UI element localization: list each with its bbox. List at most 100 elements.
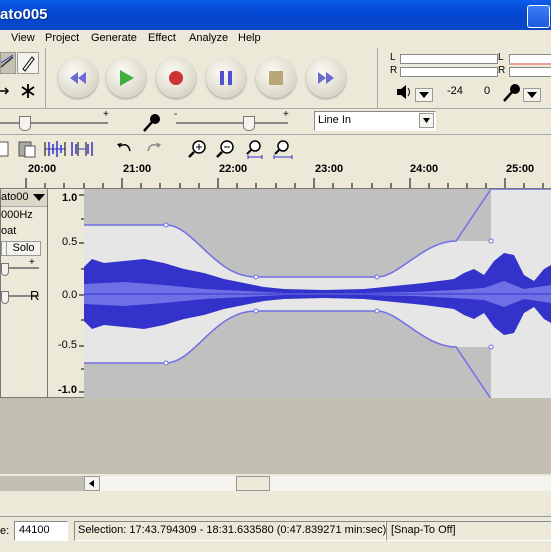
skip-start-icon (70, 72, 86, 84)
horizontal-scrollbar[interactable] (0, 474, 551, 492)
dropdown-arrow-icon (527, 92, 537, 98)
output-volume-track (0, 122, 108, 124)
menu-generate[interactable]: Generate (91, 32, 137, 44)
minimize-button[interactable] (527, 5, 550, 28)
project-rate-field[interactable]: 44100 (14, 521, 68, 541)
gain-slider[interactable] (1, 263, 9, 276)
track-menu-arrow-icon (33, 194, 45, 201)
project-rate-label: e: (0, 525, 10, 537)
selection-text: Selection: 17:43.794309 - 18:31.633580 (… (78, 524, 387, 536)
snap-text: [Snap-To Off] (391, 524, 456, 536)
input-volume-plus: + (283, 109, 289, 120)
skip-end-icon (318, 72, 334, 84)
output-volume-plus: + (103, 109, 109, 120)
solo-button[interactable]: Solo (6, 241, 41, 256)
zoom-out-button[interactable] (214, 138, 238, 160)
menu-help[interactable]: Help (238, 32, 261, 44)
silence-icon (71, 142, 93, 156)
stop-icon (269, 71, 283, 85)
arrow-icon (0, 87, 10, 95)
menu-project[interactable]: Project (45, 32, 79, 44)
input-volume-track (176, 122, 288, 124)
copy-icon (0, 141, 9, 157)
mixer-toolbar: + - + Line In (0, 108, 551, 135)
stop-button[interactable] (256, 58, 296, 98)
snap-status: [Snap-To Off] (386, 521, 551, 541)
silence-button[interactable] (70, 139, 96, 159)
rec-meter-left-label: L (498, 52, 504, 63)
multi-tool-button[interactable] (17, 80, 39, 102)
timeline-ruler[interactable]: 20:00 21:00 22:00 23:00 24:00 25:00 (0, 162, 551, 189)
scroll-left-button[interactable] (84, 476, 100, 491)
ruler-ticks (25, 178, 544, 188)
trim-button[interactable] (43, 139, 67, 159)
selection-status: Selection: 17:43.794309 - 18:31.633580 (… (74, 521, 386, 541)
scroll-thumb[interactable] (236, 476, 270, 491)
pan-slider[interactable] (1, 291, 9, 304)
track-rate: 000Hz (1, 209, 33, 221)
project-rate-value: 44100 (19, 524, 50, 536)
input-volume-minus: - (174, 109, 178, 120)
speaker-icon (397, 85, 410, 99)
waveform-track[interactable] (84, 188, 551, 399)
gain-plus-label: + (29, 257, 35, 268)
tools-toolbar (0, 48, 46, 108)
transport-toolbar (46, 48, 376, 108)
skip-end-button[interactable] (306, 58, 346, 98)
microphone-icon (503, 84, 520, 102)
draw-tool-button[interactable] (17, 52, 39, 74)
pencil-icon (22, 56, 35, 72)
playback-meter-dropdown[interactable] (415, 88, 433, 102)
pan-right-label: R (30, 288, 40, 303)
envelope-tool-button[interactable] (0, 52, 16, 74)
input-source-value: Line In (318, 114, 352, 126)
copy-button[interactable] (0, 139, 10, 159)
play-button[interactable] (106, 58, 146, 98)
title-bar: ato005 (0, 0, 551, 30)
dropdown-arrow-icon (423, 118, 430, 123)
input-source-select[interactable]: Line In (314, 111, 436, 131)
redo-button[interactable] (142, 139, 164, 159)
menu-view[interactable]: View (11, 32, 35, 44)
input-mic-icon (143, 114, 160, 132)
scrollbar-left-spacer (0, 476, 84, 491)
record-button[interactable] (156, 58, 196, 98)
meter-db-zero: 0 (484, 85, 491, 97)
menu-effect[interactable]: Effect (148, 32, 176, 44)
playback-meter-right (400, 67, 498, 77)
fit-project-button[interactable] (270, 138, 294, 160)
input-source-dropdown[interactable] (419, 113, 434, 128)
edit-toolbar (0, 134, 551, 163)
undo-icon (117, 143, 131, 152)
paste-button[interactable] (17, 139, 39, 159)
undo-button[interactable] (114, 139, 136, 159)
redo-icon (147, 143, 161, 152)
playback-meter-left (400, 54, 498, 64)
zoom-out-icon (216, 140, 234, 158)
zoom-in-icon (188, 140, 206, 158)
output-volume-slider[interactable] (19, 116, 31, 131)
waveform (84, 189, 551, 399)
input-volume-slider[interactable] (243, 116, 255, 131)
track-control-panel: ato00 000Hz oat Solo + R (0, 188, 48, 398)
timeshift-tool-button[interactable] (0, 80, 16, 102)
record-meter-right (509, 67, 551, 77)
scroll-track[interactable] (100, 476, 551, 491)
record-meter-dropdown[interactable] (523, 88, 541, 102)
menu-analyze[interactable]: Analyze (189, 32, 228, 44)
zoom-in-button[interactable] (186, 138, 210, 160)
trim-icon (44, 141, 66, 157)
track-name-menu[interactable]: ato00 (1, 190, 47, 207)
fit-selection-button[interactable] (242, 138, 266, 160)
scroll-left-icon (89, 480, 94, 487)
meter-left-label: L (390, 52, 396, 63)
skip-start-button[interactable] (58, 58, 98, 98)
record-icon (169, 71, 183, 85)
empty-track-region (0, 398, 551, 474)
meter-toolbar: L R L R -24 0 (377, 48, 551, 108)
window-title: ato005 (0, 6, 48, 23)
asterisk-icon (21, 84, 35, 98)
pause-button[interactable] (206, 58, 246, 98)
track-format: oat (1, 225, 17, 237)
vscale-ticks (79, 194, 84, 393)
